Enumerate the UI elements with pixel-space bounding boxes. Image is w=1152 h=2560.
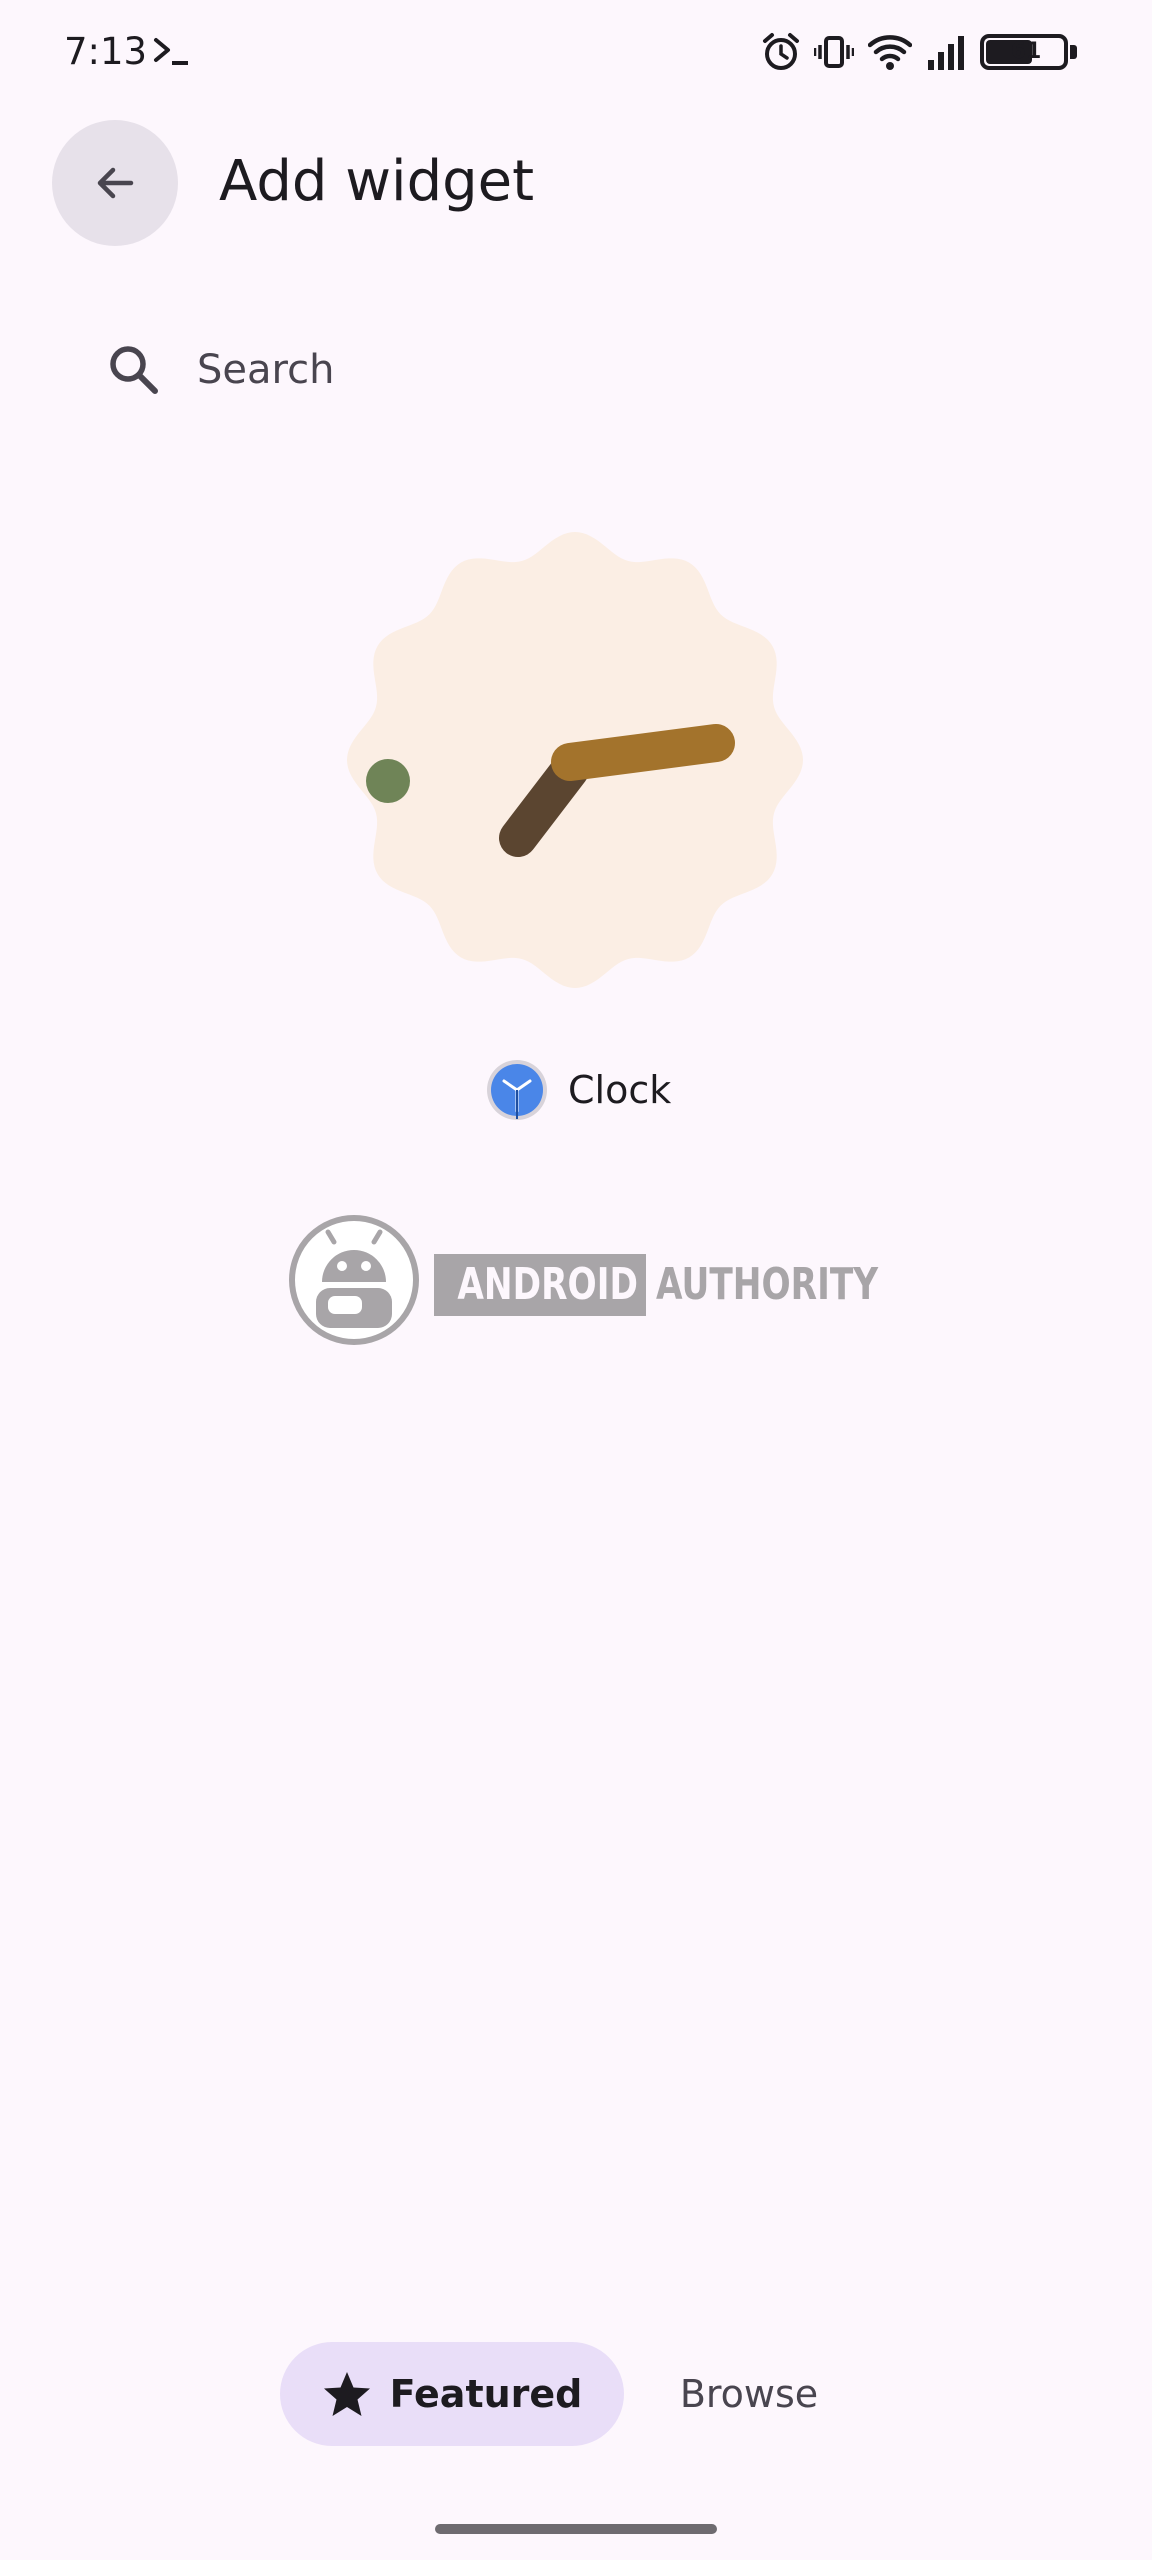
wifi-icon — [868, 35, 912, 70]
tab-browse[interactable]: Browse — [654, 2342, 844, 2446]
back-button[interactable] — [52, 120, 178, 246]
vibrate-icon — [814, 36, 854, 68]
android-authority-logo — [289, 1215, 419, 1345]
home-indicator[interactable] — [435, 2524, 717, 2534]
android-authority-watermark: ANDROID AUTHORITY — [286, 1212, 878, 1348]
alarm-icon — [763, 33, 799, 70]
cell-signal-icon — [928, 36, 964, 70]
clock-widget-preview[interactable] — [330, 520, 820, 1000]
watermark-word2: AUTHORITY — [656, 1259, 879, 1310]
tab-featured[interactable]: Featured — [280, 2342, 624, 2446]
battery-icon: 61 — [980, 30, 1080, 74]
status-time: 7:13 — [64, 30, 148, 73]
tab-featured-label: Featured — [389, 2372, 583, 2416]
clock-app-row: Clock — [486, 1058, 671, 1122]
terminal-icon — [154, 38, 188, 65]
arrow-back-icon — [97, 167, 134, 199]
clock-app-label: Clock — [568, 1068, 672, 1112]
clock-second-dot — [366, 759, 410, 803]
search-input[interactable]: Search — [197, 342, 334, 398]
tab-browse-label: Browse — [679, 2372, 819, 2416]
search-icon — [110, 346, 158, 394]
star-icon — [323, 2372, 370, 2416]
watermark-word1: ANDROID — [457, 1259, 638, 1310]
battery-level: 61 — [1010, 39, 1042, 64]
clock-app-icon — [487, 1060, 547, 1120]
clock-minute-hand — [551, 724, 735, 781]
search-bar[interactable]: Search — [78, 316, 1074, 424]
status-icons: 61 — [762, 26, 1080, 78]
page-title: Add widget — [219, 149, 535, 214]
